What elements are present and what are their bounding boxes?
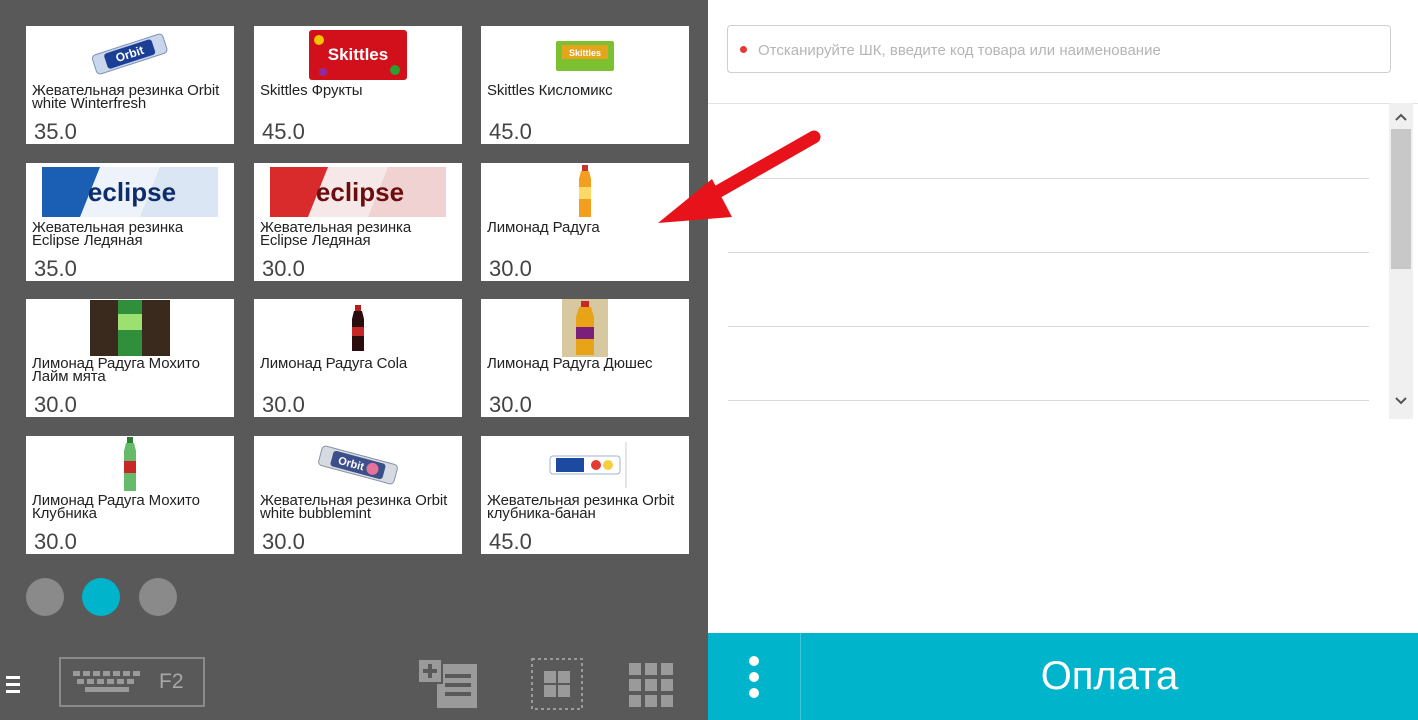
page-dot-3[interactable] bbox=[139, 578, 177, 616]
product-name: Жевательная резинка Eclipse Ледяная bbox=[32, 219, 184, 249]
product-card[interactable]: Skittles Skittles Фрукты 45.0 bbox=[254, 26, 462, 144]
product-price: 45.0 bbox=[489, 119, 532, 144]
keyboard-icon bbox=[71, 669, 147, 702]
product-name: Лимонад Радуга Дюшес bbox=[487, 355, 653, 372]
svg-text:eclipse: eclipse bbox=[88, 177, 176, 207]
pay-button[interactable]: Оплата bbox=[801, 633, 1418, 720]
product-price: 35.0 bbox=[34, 256, 77, 281]
keyboard-button[interactable]: F2 bbox=[59, 657, 205, 707]
product-image: Skittles bbox=[481, 28, 689, 82]
product-card[interactable]: Лимонад Радуга Мохито Лайм мята 30.0 bbox=[26, 299, 234, 417]
product-card[interactable]: Лимонад Радуга Дюшес 30.0 bbox=[481, 299, 689, 417]
more-options-button[interactable] bbox=[708, 633, 801, 720]
product-card[interactable]: Orbit Жевательная резинка Orbit white Wi… bbox=[26, 26, 234, 144]
product-image bbox=[254, 301, 462, 355]
list-row-divider bbox=[728, 252, 1369, 253]
page-dot-2[interactable] bbox=[82, 578, 120, 616]
scroll-down-arrow-icon[interactable] bbox=[1394, 393, 1408, 411]
product-card[interactable]: Лимонад Радуга Мохито Клубника 30.0 bbox=[26, 436, 234, 554]
product-card[interactable]: eclipse Жевательная резинка Eclipse Ледя… bbox=[26, 163, 234, 281]
product-price: 35.0 bbox=[34, 119, 77, 144]
product-card[interactable]: Orbit Жевательная резинка Orbit white bu… bbox=[254, 436, 462, 554]
product-price: 30.0 bbox=[34, 392, 77, 417]
product-price: 30.0 bbox=[262, 392, 305, 417]
scrollbar-thumb[interactable] bbox=[1391, 129, 1411, 269]
vertical-dots-icon bbox=[746, 655, 762, 704]
svg-text:Skittles: Skittles bbox=[328, 45, 388, 64]
product-name: Skittles Кисломикс bbox=[487, 82, 613, 99]
product-card[interactable]: eclipse Жевательная резинка Eclipse Ледя… bbox=[254, 163, 462, 281]
product-card[interactable]: Лимонад Радуга Cola 30.0 bbox=[254, 299, 462, 417]
product-price: 30.0 bbox=[262, 256, 305, 281]
product-name: Жевательная резинка Orbit white bubblemi… bbox=[260, 492, 448, 522]
product-price: 45.0 bbox=[489, 529, 532, 554]
product-price: 30.0 bbox=[262, 529, 305, 554]
product-price: 45.0 bbox=[262, 119, 305, 144]
search-field[interactable] bbox=[727, 25, 1391, 73]
product-name: Жевательная резинка Eclipse Ледяная bbox=[260, 219, 412, 249]
product-image: Skittles bbox=[254, 28, 462, 82]
add-receipt-icon[interactable] bbox=[415, 656, 481, 710]
product-price: 30.0 bbox=[34, 529, 77, 554]
list-row-divider bbox=[728, 326, 1369, 327]
product-image bbox=[481, 438, 689, 492]
page-dot-1[interactable] bbox=[26, 578, 64, 616]
annotation-arrow-icon bbox=[658, 130, 821, 223]
product-price: 30.0 bbox=[489, 392, 532, 417]
search-input[interactable] bbox=[756, 36, 1380, 64]
list-scrollbar[interactable] bbox=[1389, 103, 1413, 419]
apps-grid-icon[interactable] bbox=[627, 661, 675, 709]
product-image: eclipse bbox=[26, 165, 234, 219]
list-row-divider bbox=[728, 400, 1369, 401]
product-image: eclipse bbox=[254, 165, 462, 219]
product-image bbox=[26, 300, 234, 356]
product-name: Лимонад Радуга Cola bbox=[260, 355, 408, 372]
svg-text:eclipse: eclipse bbox=[316, 177, 404, 207]
product-card[interactable]: Жевательная резинка Orbit клубника-банан… bbox=[481, 436, 689, 554]
product-image bbox=[481, 299, 689, 357]
product-panel: Orbit Жевательная резинка Orbit white Wi… bbox=[0, 0, 708, 720]
grid-view-icon[interactable] bbox=[530, 657, 584, 711]
product-image bbox=[26, 437, 234, 492]
product-price: 30.0 bbox=[489, 256, 532, 281]
keyboard-shortcut-label: F2 bbox=[159, 670, 184, 693]
svg-text:Skittles: Skittles bbox=[569, 48, 601, 58]
hamburger-menu-icon[interactable] bbox=[6, 674, 22, 696]
bottom-action-bar: Оплата bbox=[708, 633, 1418, 720]
product-image: Orbit bbox=[254, 438, 462, 492]
product-name: Жевательная резинка Orbit клубника-банан bbox=[487, 492, 675, 522]
product-name: Лимонад Радуга Мохито Клубника bbox=[32, 492, 200, 522]
product-name: Лимонад Радуга Мохито Лайм мята bbox=[32, 355, 200, 385]
required-indicator-icon bbox=[740, 46, 747, 53]
product-name: Skittles Фрукты bbox=[260, 82, 363, 99]
product-name: Жевательная резинка Orbit white Winterfr… bbox=[32, 82, 220, 112]
product-image: Orbit bbox=[26, 28, 234, 82]
scroll-up-arrow-icon[interactable] bbox=[1394, 109, 1408, 127]
